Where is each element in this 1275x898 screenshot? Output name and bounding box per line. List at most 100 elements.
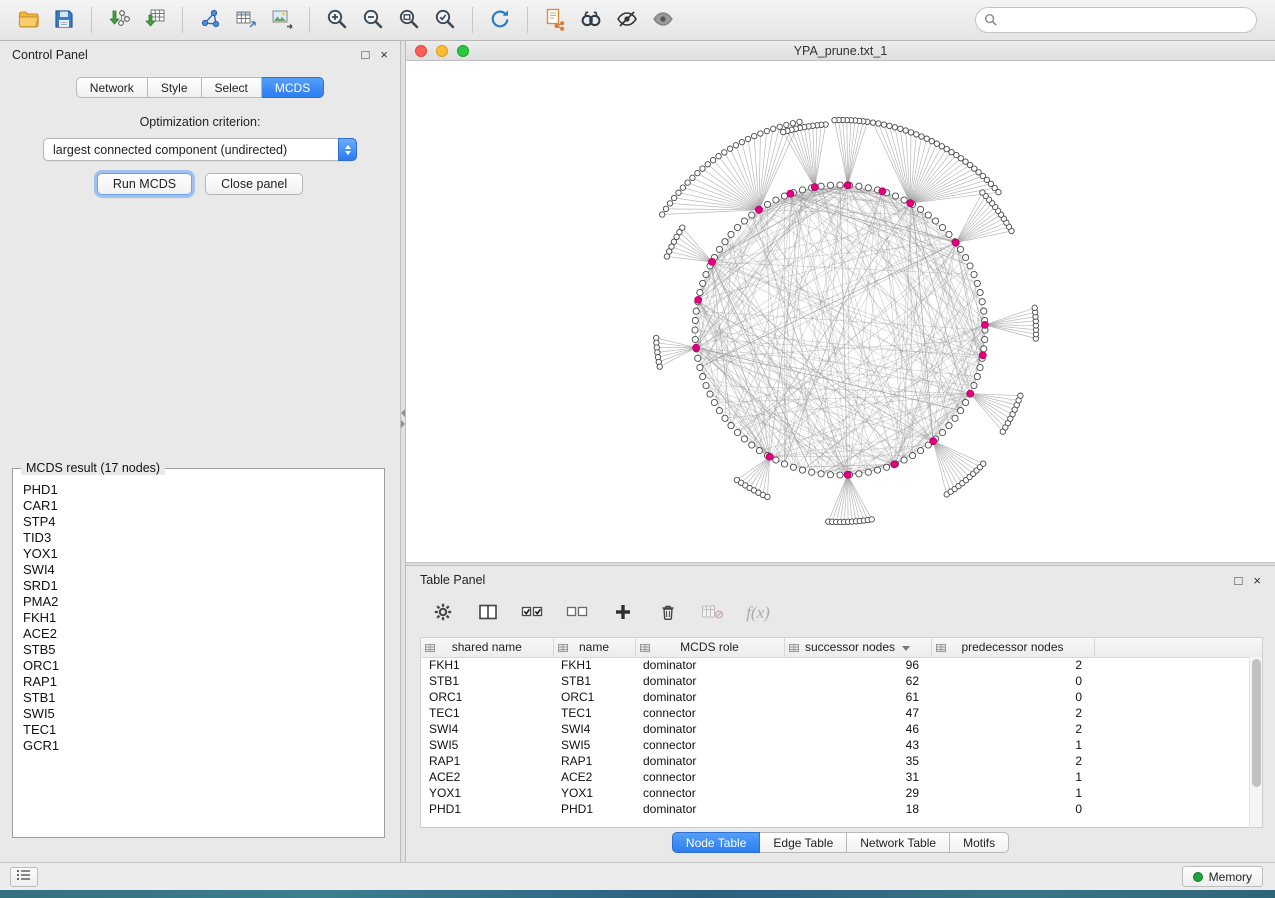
import-network-button[interactable] [101,4,137,36]
column-menu-icon[interactable] [640,643,650,653]
delete-button[interactable] [655,599,681,627]
deselect-all-rows-button[interactable] [565,599,591,627]
table-tab-node-table[interactable]: Node Table [672,832,761,853]
cell-filler [1094,689,1262,705]
import-table-button[interactable] [137,4,173,36]
close-panel-icon[interactable]: × [380,48,388,61]
table-tab-edge-table[interactable]: Edge Table [760,832,847,853]
window-zoom-button[interactable] [457,45,469,57]
new-network-button[interactable] [192,4,228,36]
table-row[interactable]: RAP1RAP1dominator352 [421,753,1262,769]
toggle-details-button[interactable] [609,4,645,36]
zoom-selected-button[interactable] [427,4,463,36]
close-table-panel-icon[interactable]: × [1253,574,1261,587]
network-canvas[interactable] [406,61,1275,562]
column-header-successor-nodes[interactable]: successor nodes [784,638,931,657]
table-row[interactable]: PHD1PHD1dominator180 [421,801,1262,817]
table-options-button[interactable] [430,599,456,627]
open-session-button[interactable] [10,4,46,36]
mcds-result-item[interactable]: ACE2 [23,626,384,642]
new-table-button[interactable] [228,4,264,36]
cell-mcds-role: connector [635,769,784,785]
table-row[interactable]: YOX1YOX1connector291 [421,785,1262,801]
mcds-result-item[interactable]: CAR1 [23,498,384,514]
gear-icon [433,602,453,625]
mcds-result-item[interactable]: PMA2 [23,594,384,610]
window-minimize-button[interactable] [436,45,448,57]
mcds-result-item[interactable]: RAP1 [23,674,384,690]
zoom-in-icon [325,7,349,34]
column-header-predecessor-nodes[interactable]: predecessor nodes [931,638,1094,657]
export-image-button[interactable] [264,4,300,36]
column-menu-icon[interactable] [558,643,568,653]
document-share-button[interactable] [537,4,573,36]
splitter-collapse-icon[interactable] [401,409,405,428]
column-menu-icon[interactable] [425,643,435,653]
window-close-button[interactable] [415,45,427,57]
cell-name: TEC1 [553,705,635,721]
show-graphics-details-button[interactable] [645,4,681,36]
column-header-name[interactable]: name [553,638,635,657]
column-menu-icon[interactable] [936,643,946,653]
mcds-result-box: MCDS result (17 nodes) PHD1CAR1STP4TID3Y… [12,468,385,838]
tab-network[interactable]: Network [76,77,148,98]
cell-shared-name: ACE2 [421,769,553,785]
optimization-criterion-dropdown[interactable]: largest connected component (undirected) [43,138,357,161]
table-scrollbar-thumb[interactable] [1252,659,1261,787]
zoom-out-button[interactable] [355,4,391,36]
save-session-button[interactable] [46,4,82,36]
cell-filler [1094,705,1262,721]
search-input[interactable] [975,7,1257,33]
mcds-result-item[interactable]: TEC1 [23,722,384,738]
mcds-result-item[interactable]: SRD1 [23,578,384,594]
cell-predecessor-nodes: 0 [931,689,1094,705]
mcds-result-item[interactable]: SWI4 [23,562,384,578]
cell-mcds-role: connector [635,737,784,753]
mcds-result-item[interactable]: STB1 [23,690,384,706]
mcds-result-item[interactable]: YOX1 [23,546,384,562]
table-panel-header: Table Panel □ × [406,566,1275,594]
table-tab-network-table[interactable]: Network Table [847,832,950,853]
column-header-mcds-role[interactable]: MCDS role [635,638,784,657]
tab-style[interactable]: Style [148,77,202,98]
memory-button[interactable]: Memory [1182,866,1263,887]
table-row[interactable]: ACE2ACE2connector311 [421,769,1262,785]
table-row[interactable]: SWI5SWI5connector431 [421,737,1262,753]
table-row[interactable]: FKH1FKH1dominator962 [421,657,1262,673]
mcds-result-item[interactable]: STB5 [23,642,384,658]
mcds-result-item[interactable]: GCR1 [23,738,384,754]
table-row[interactable]: TEC1TEC1connector472 [421,705,1262,721]
table-row[interactable]: ORC1ORC1dominator610 [421,689,1262,705]
run-mcds-button[interactable]: Run MCDS [97,173,192,195]
toolbar-separator [309,7,310,33]
mcds-result-item[interactable]: SWI5 [23,706,384,722]
show-columns-button[interactable] [475,599,501,627]
refresh-view-button[interactable] [482,4,518,36]
mcds-result-item[interactable]: ORC1 [23,658,384,674]
tab-select[interactable]: Select [202,77,262,98]
column-header-shared-name[interactable]: shared name [421,638,553,657]
network-view-titlebar: YPA_prune.txt_1 [406,41,1275,61]
save-icon [52,7,76,34]
mcds-result-item[interactable]: FKH1 [23,610,384,626]
table-row[interactable]: SWI4SWI4dominator462 [421,721,1262,737]
close-mcds-panel-button[interactable]: Close panel [205,173,303,195]
cell-successor-nodes: 61 [784,689,931,705]
zoom-in-button[interactable] [319,4,355,36]
table-row[interactable]: STB1STB1dominator620 [421,673,1262,689]
table-tab-motifs[interactable]: Motifs [950,832,1009,853]
column-menu-icon[interactable] [789,643,799,653]
cell-mcds-role: dominator [635,721,784,737]
float-panel-icon[interactable]: □ [362,48,370,61]
mcds-result-item[interactable]: PHD1 [23,482,384,498]
add-button[interactable] [610,599,636,627]
tab-mcds[interactable]: MCDS [262,77,324,98]
search-network-button[interactable] [573,4,609,36]
zoom-fit-button[interactable] [391,4,427,36]
table-scrollbar[interactable] [1249,657,1262,827]
panel-selector-button[interactable] [10,867,38,887]
float-table-panel-icon[interactable]: □ [1235,574,1243,587]
mcds-result-item[interactable]: STP4 [23,514,384,530]
select-all-rows-button[interactable] [520,599,546,627]
mcds-result-item[interactable]: TID3 [23,530,384,546]
